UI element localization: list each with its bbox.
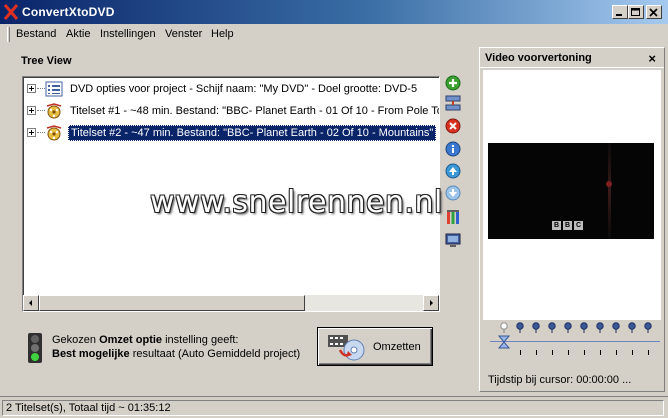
close-preview-icon[interactable]: × — [648, 51, 656, 66]
info-icon[interactable] — [444, 140, 462, 158]
move-up-icon[interactable] — [444, 162, 462, 180]
chapter-marker-icon[interactable] — [500, 322, 508, 334]
arrow-right-icon — [430, 300, 433, 306]
scroll-left-button[interactable] — [23, 295, 39, 311]
chapter-marker-icon[interactable] — [628, 322, 636, 334]
chapter-marker-icon[interactable] — [644, 322, 652, 334]
window-title: ConvertXtoDVD — [22, 5, 115, 19]
menu-grip — [7, 27, 10, 42]
app-logo-icon — [4, 4, 18, 20]
preview-header: Video voorvertoning × — [480, 48, 664, 68]
tree-row-titleset-1[interactable]: Titelset #1 - ~48 min. Bestand: "BBC- Pl… — [23, 101, 440, 121]
convert-button-label: Omzetten — [373, 341, 421, 353]
expand-icon[interactable] — [27, 128, 36, 137]
menu-bestand[interactable]: Bestand — [16, 28, 56, 40]
settings-list-icon — [45, 81, 63, 97]
minimize-icon — [616, 14, 622, 16]
chapter-marker-icon[interactable] — [548, 322, 556, 334]
bbc-logo: B B C — [552, 221, 583, 230]
position-cursor-icon[interactable] — [498, 335, 510, 349]
chapter-marker-icon[interactable] — [516, 322, 524, 334]
convert-button[interactable]: Omzetten — [317, 327, 433, 366]
menu-aktie[interactable]: Aktie — [66, 28, 90, 40]
menu-venster[interactable]: Venster — [165, 28, 202, 40]
tree-row-label: Titelset #1 - ~48 min. Bestand: "BBC- Pl… — [70, 105, 440, 117]
chapter-marker-icon[interactable] — [612, 322, 620, 334]
tree-view-title: Tree View — [21, 55, 72, 67]
chapter-marker-icon[interactable] — [532, 322, 540, 334]
horizontal-scrollbar[interactable] — [23, 295, 439, 311]
video-preview-panel: Video voorvertoning × B B C Tijdstip bij… — [479, 47, 665, 392]
arrow-left-icon — [29, 300, 32, 306]
maximize-icon — [631, 8, 640, 16]
close-icon — [649, 8, 658, 17]
chapter-marker-icon[interactable] — [596, 322, 604, 334]
title-bar: ConvertXtoDVD — [0, 0, 668, 24]
close-window-button[interactable] — [646, 5, 662, 19]
scroll-right-button[interactable] — [423, 295, 439, 311]
chapter-marker-icon[interactable] — [564, 322, 572, 334]
quality-indicator-icon — [28, 333, 42, 363]
preview-monitor-icon[interactable] — [444, 231, 462, 249]
expand-icon[interactable] — [27, 106, 36, 115]
preview-title: Video voorvertoning — [485, 52, 592, 64]
split-merge-icon[interactable] — [444, 94, 462, 112]
remove-icon[interactable] — [444, 117, 462, 135]
status-text: 2 Titelset(s), Totaal tijd ~ 01:35:12 — [2, 400, 664, 416]
film-reel-icon — [46, 103, 62, 119]
tree-row-titleset-2[interactable]: Titelset #2 - ~47 min. Bestand: "BBC- Pl… — [23, 123, 439, 143]
chapters-icon[interactable] — [444, 208, 462, 226]
preview-timeline[interactable] — [490, 320, 660, 364]
minimize-button[interactable] — [612, 5, 628, 19]
video-frame[interactable]: B B C — [488, 143, 654, 239]
watermark-text: www.snelrennen.nl — [150, 185, 443, 220]
maximize-button[interactable] — [628, 5, 644, 19]
status-bar: 2 Titelset(s), Totaal tijd ~ 01:35:12 — [0, 396, 668, 418]
menu-help[interactable]: Help — [211, 28, 234, 40]
scrollbar-thumb[interactable] — [39, 295, 305, 311]
film-reel-icon — [46, 125, 62, 141]
menu-instellingen[interactable]: Instellingen — [100, 28, 156, 40]
conversion-info: Gekozen Omzet optie instelling geeft: Be… — [52, 334, 301, 360]
add-icon[interactable] — [444, 74, 462, 92]
film-to-disc-icon — [328, 335, 365, 361]
expand-icon[interactable] — [27, 84, 36, 93]
cursor-time-label: Tijdstip bij cursor: 00:00:00 ... — [488, 374, 632, 386]
move-down-icon[interactable] — [444, 184, 462, 202]
tree-row-dvd-options[interactable]: DVD opties voor project - Schijf naam: "… — [23, 79, 439, 99]
menu-bar: Bestand Aktie Instellingen Venster Help — [0, 24, 668, 44]
tree-row-label: Titelset #2 - ~47 min. Bestand: "BBC- Pl… — [68, 125, 437, 141]
chapter-marker-icon[interactable] — [580, 322, 588, 334]
tree-row-label: DVD opties voor project - Schijf naam: "… — [70, 83, 418, 95]
